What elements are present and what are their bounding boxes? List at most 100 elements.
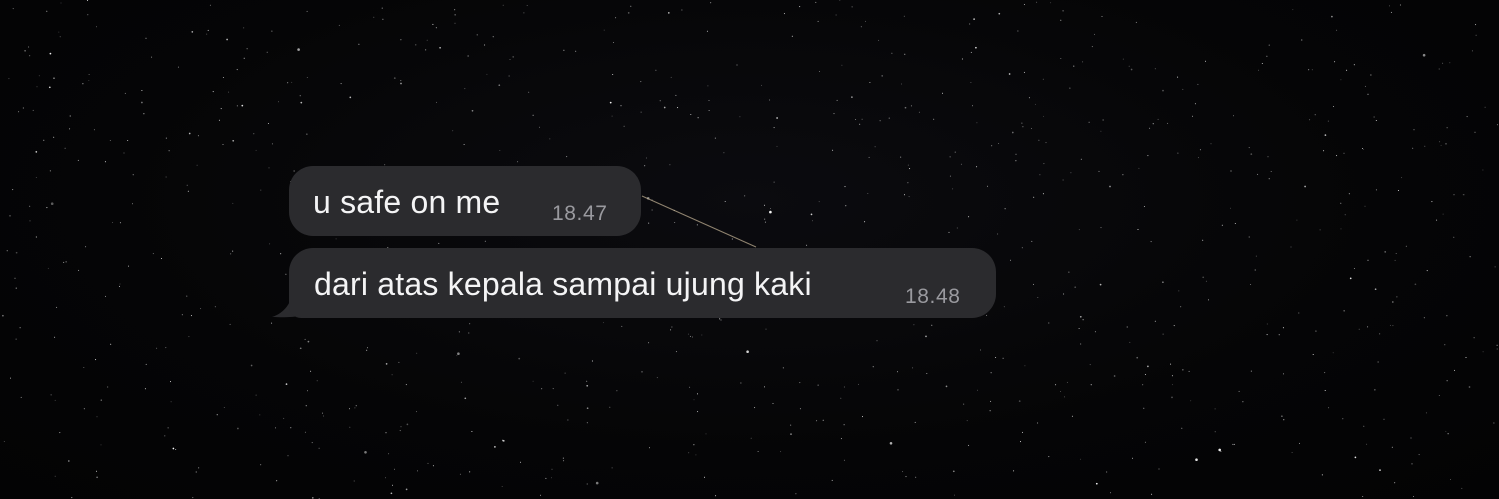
- star: [1232, 443, 1234, 445]
- star: [839, 0, 841, 1]
- star: [1248, 147, 1250, 149]
- star: [432, 465, 434, 467]
- star: [739, 116, 741, 118]
- star: [961, 58, 963, 60]
- star: [416, 352, 418, 354]
- star: [24, 49, 26, 52]
- star: [815, 1, 817, 3]
- star: [1018, 400, 1021, 402]
- star: [1177, 76, 1179, 78]
- star: [980, 349, 981, 351]
- star: [1394, 259, 1396, 261]
- star: [190, 315, 192, 317]
- star: [67, 460, 70, 462]
- star: [476, 34, 478, 36]
- star: [1375, 120, 1377, 121]
- star: [907, 182, 909, 184]
- star: [1353, 64, 1355, 66]
- star: [952, 470, 955, 473]
- star: [705, 433, 707, 435]
- star: [1242, 401, 1244, 403]
- star: [471, 431, 473, 432]
- star: [406, 423, 409, 426]
- star: [799, 408, 801, 410]
- message-bubble[interactable]: dari atas kepala sampai ujung kaki 18.48: [289, 248, 996, 318]
- star: [795, 493, 797, 495]
- star: [611, 115, 613, 117]
- star: [228, 91, 230, 93]
- star: [54, 399, 56, 401]
- star: [64, 147, 66, 149]
- star: [1278, 334, 1280, 336]
- star: [1202, 239, 1204, 241]
- star: [1321, 474, 1323, 476]
- star: [459, 473, 461, 475]
- star: [1192, 115, 1193, 117]
- star: [976, 122, 978, 124]
- star: [539, 126, 540, 128]
- star: [693, 399, 695, 401]
- star: [1468, 386, 1471, 388]
- star: [1048, 456, 1050, 458]
- star: [366, 349, 368, 351]
- star: [1268, 178, 1270, 180]
- star: [764, 218, 766, 220]
- star: [776, 117, 778, 119]
- star: [56, 306, 58, 308]
- star: [1426, 270, 1428, 272]
- star: [1034, 103, 1036, 105]
- star: [1292, 9, 1294, 11]
- star: [772, 403, 774, 404]
- star: [427, 462, 429, 464]
- star: [746, 350, 749, 354]
- star: [220, 108, 222, 110]
- star: [1266, 323, 1268, 325]
- star: [586, 483, 588, 485]
- star: [736, 64, 738, 66]
- star: [1336, 155, 1338, 157]
- star: [501, 486, 503, 487]
- star: [677, 107, 679, 109]
- star: [1308, 69, 1310, 71]
- star: [1389, 324, 1391, 326]
- star: [6, 250, 8, 252]
- star: [770, 208, 771, 209]
- star: [278, 101, 279, 103]
- star: [222, 144, 224, 145]
- star: [1423, 317, 1425, 319]
- star: [322, 412, 323, 414]
- star: [435, 27, 437, 29]
- star: [311, 442, 313, 444]
- star: [872, 366, 874, 368]
- star: [1405, 245, 1407, 247]
- star: [144, 388, 146, 390]
- star: [268, 167, 270, 169]
- star: [468, 332, 470, 334]
- star: [212, 91, 214, 93]
- star: [1048, 322, 1050, 324]
- star: [1197, 157, 1199, 159]
- star: [218, 119, 220, 121]
- star: [1238, 390, 1240, 392]
- star: [874, 146, 876, 148]
- star: [1090, 384, 1092, 386]
- star: [640, 81, 642, 83]
- star: [902, 471, 904, 473]
- star: [260, 189, 262, 191]
- star: [246, 48, 248, 50]
- star: [349, 408, 350, 410]
- star: [1384, 251, 1387, 253]
- star: [1379, 333, 1381, 335]
- star: [464, 88, 466, 90]
- star: [776, 145, 778, 147]
- star: [977, 389, 978, 391]
- star: [307, 390, 308, 392]
- star: [1440, 144, 1442, 146]
- star: [1473, 337, 1475, 339]
- star: [141, 101, 143, 104]
- star: [156, 347, 158, 349]
- star: [82, 83, 84, 85]
- message-bubble[interactable]: u safe on me 18.47: [289, 166, 641, 236]
- star: [306, 77, 308, 78]
- star: [124, 92, 126, 94]
